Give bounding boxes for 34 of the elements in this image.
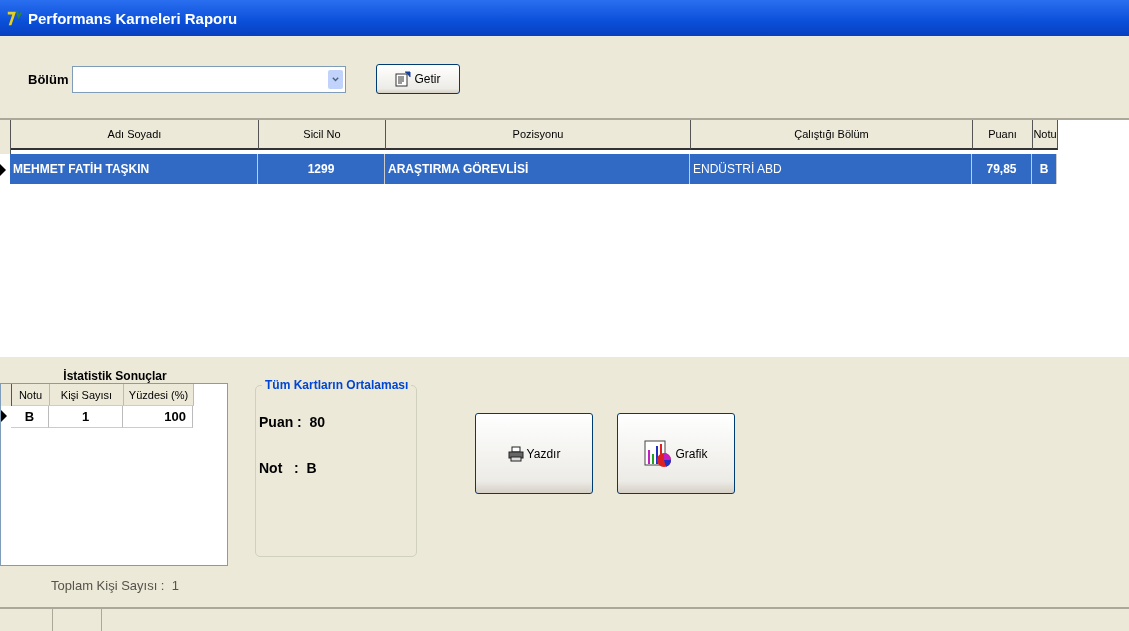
header-corner [0,120,11,154]
table-row[interactable]: MEHMET FATİH TAŞKIN 1299 ARAŞTIRMA GÖREVLİSİ ENDÜSTRİ ABD 79,85 B [0,154,1129,188]
column-header[interactable]: Kişi Sayısı [50,384,124,406]
table-cell: MEHMET FATİH TAŞKIN [10,154,258,184]
table-cell: B [11,406,49,428]
column-header[interactable]: Notu [1033,120,1058,150]
column-header[interactable]: Notu [12,384,50,406]
average-text: Puan : 80 [259,414,327,430]
properties-icon [395,71,412,87]
fetch-button[interactable]: Getir [376,64,460,94]
table-cell: ARAŞTIRMA GÖREVLİSİ [385,154,690,184]
table-cell: 1 [49,406,123,428]
column-header[interactable]: Yüzdesi (%) [124,384,194,406]
average-text: Not : B [259,460,318,476]
department-dropdown[interactable] [72,65,346,93]
group-title: Tüm Kartların Ortalaması [262,378,412,392]
print-button[interactable]: Yazdır [475,413,593,494]
table-cell: ENDÜSTRİ ABD [690,154,972,184]
column-header[interactable]: Pozisyonu [386,120,691,150]
column-header[interactable]: Puanı [973,120,1033,150]
chart-button[interactable]: Grafik [617,413,735,494]
table-cell: 79,85 [972,154,1032,184]
column-header[interactable]: Adı Soyadı [11,120,259,150]
table-cell: 100 [123,406,193,428]
total-count: Toplam Kişi Sayısı : 1 [51,578,179,593]
table-cell: B [1032,154,1057,184]
window-title: Performans Karneleri Raporu [28,9,238,27]
printer-icon [507,445,524,462]
section-title: İstatistik Sonuçlar [63,369,167,383]
app-logo-icon [6,9,24,27]
table-cell: 1299 [258,154,385,184]
chart-icon [644,439,673,468]
column-header[interactable]: Çalıştığı Bölüm [691,120,973,150]
column-header[interactable]: Sicil No [259,120,386,150]
